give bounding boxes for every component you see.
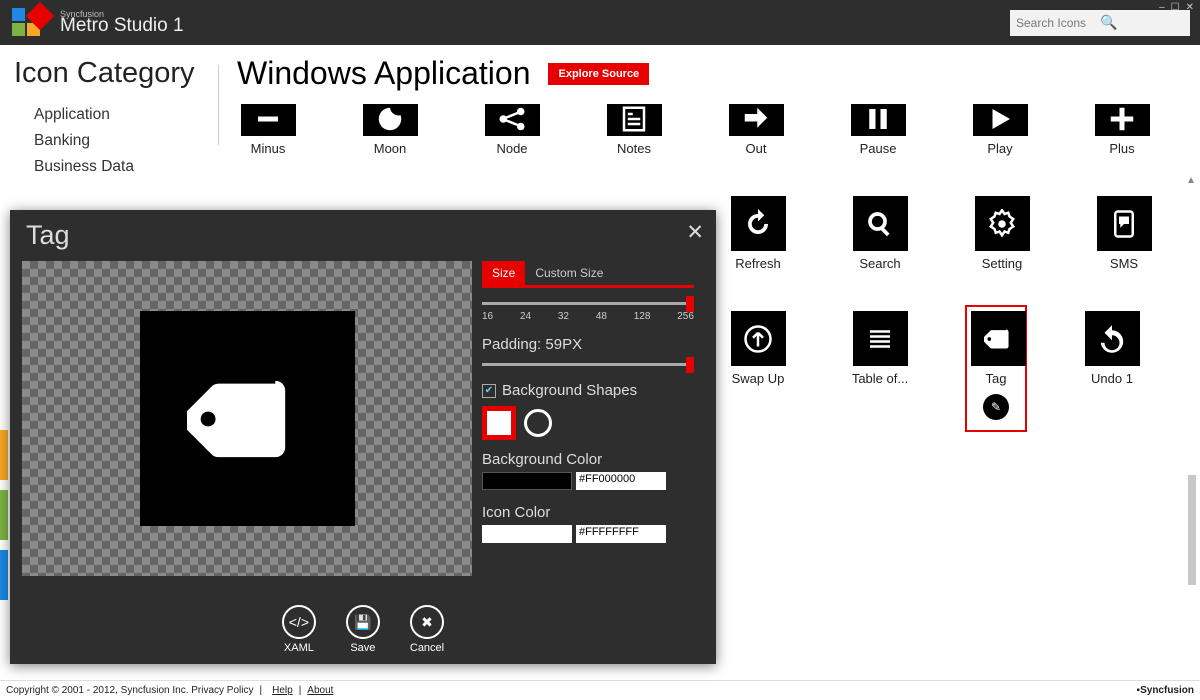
maximize-button[interactable]: ☐: [1171, 2, 1180, 13]
pause-icon: [863, 104, 893, 134]
icon-label: SMS: [1093, 256, 1155, 271]
icon-item-swapup[interactable]: Swap Up: [727, 311, 789, 386]
icon-item-table[interactable]: Table of...: [849, 311, 911, 386]
icon-label: Table of...: [849, 371, 911, 386]
tag-icon: [187, 359, 307, 479]
icon-label: Plus: [1091, 141, 1153, 156]
dialog-close-button[interactable]: ✕: [686, 220, 704, 245]
icon-item-pause[interactable]: Pause: [847, 104, 909, 156]
caret-up-icon[interactable]: ▲: [1186, 175, 1196, 186]
bg-shapes-checkbox[interactable]: ✔ Background Shapes: [482, 382, 694, 399]
refresh-icon: [743, 209, 773, 239]
undo-icon: [1097, 324, 1127, 354]
icon-label: Pause: [847, 141, 909, 156]
sms-icon: [1109, 209, 1139, 239]
icon-label: Undo 1: [1081, 371, 1143, 386]
dialog-title: Tag: [10, 210, 716, 261]
swapup-icon: [743, 324, 773, 354]
icon-item-node[interactable]: Node: [481, 104, 543, 156]
icon-item-minus[interactable]: Minus: [237, 104, 299, 156]
search-placeholder: Search Icons: [1016, 16, 1100, 30]
tab-custom-size[interactable]: Custom Size: [525, 261, 613, 285]
sidebar-item-businessdata[interactable]: Business Data: [34, 154, 204, 180]
sidebar-item-banking[interactable]: Banking: [34, 128, 204, 154]
padding-slider[interactable]: [482, 363, 694, 366]
shape-circle-outline[interactable]: [524, 409, 552, 437]
icon-label: Moon: [359, 141, 421, 156]
help-link[interactable]: Help: [272, 685, 293, 696]
minimize-button[interactable]: –: [1159, 2, 1165, 13]
icon-label: Notes: [603, 141, 665, 156]
icon-item-sms[interactable]: SMS: [1093, 196, 1155, 271]
xaml-button[interactable]: </>XAML: [282, 605, 316, 654]
sidebar-title: Icon Category: [14, 57, 204, 90]
table-icon: [865, 324, 895, 354]
icon-edit-dialog: Tag ✕ Size Custom Size 16 24 32 48 128 2…: [10, 210, 716, 664]
plus-icon: [1107, 104, 1137, 134]
icon-label: Node: [481, 141, 543, 156]
icon-label: Swap Up: [727, 371, 789, 386]
moon-icon: [375, 104, 405, 134]
bg-color-input[interactable]: #FF000000: [576, 472, 666, 490]
icon-item-refresh[interactable]: Refresh: [727, 196, 789, 271]
icon-item-undo[interactable]: Undo 1: [1081, 311, 1143, 386]
bg-color-swatch[interactable]: [482, 472, 572, 490]
notes-icon: [619, 104, 649, 134]
edit-icon[interactable]: ✎: [983, 394, 1009, 420]
window-controls: – ☐ ✕: [1159, 2, 1194, 13]
tag-icon: [984, 324, 1014, 354]
icon-item-tag[interactable]: Tag ✎: [965, 305, 1027, 432]
size-tabs: Size Custom Size: [482, 261, 694, 288]
about-link[interactable]: About: [307, 685, 333, 696]
icon-label: Setting: [971, 256, 1033, 271]
logo-icon: [12, 8, 42, 38]
search-input[interactable]: Search Icons 🔍: [1010, 10, 1190, 36]
checkmark-icon: ✔: [482, 384, 496, 398]
icon-label: Search: [849, 256, 911, 271]
bg-color-label: Background Color: [482, 451, 694, 468]
icon-color-label: Icon Color: [482, 504, 694, 521]
syncfusion-logo: ▪Syncfusion: [1137, 685, 1194, 696]
search-icon: [865, 209, 895, 239]
copyright: Copyright © 2001 - 2012, Syncfusion Inc.…: [6, 685, 254, 696]
page-title: Windows Application: [237, 55, 530, 92]
explore-source-button[interactable]: Explore Source: [548, 63, 649, 85]
save-button[interactable]: 💾Save: [346, 605, 380, 654]
icon-label: Refresh: [727, 256, 789, 271]
icon-label: Tag: [971, 371, 1021, 386]
sidebar-item-application[interactable]: Application: [34, 102, 204, 128]
out-icon: [741, 104, 771, 134]
play-icon: [985, 104, 1015, 134]
scrollbar[interactable]: [1188, 475, 1196, 585]
icon-color-swatch[interactable]: [482, 525, 572, 543]
icon-item-plus[interactable]: Plus: [1091, 104, 1153, 156]
icon-item-search[interactable]: Search: [849, 196, 911, 271]
tab-size[interactable]: Size: [482, 261, 525, 285]
footer: Copyright © 2001 - 2012, Syncfusion Inc.…: [0, 680, 1200, 700]
shape-square-selected[interactable]: [482, 406, 516, 440]
icon-item-setting[interactable]: Setting: [971, 196, 1033, 271]
icon-color-input[interactable]: #FFFFFFFF: [576, 525, 666, 543]
side-markers: [0, 430, 8, 610]
icon-item-notes[interactable]: Notes: [603, 104, 665, 156]
setting-icon: [987, 209, 1017, 239]
icon-label: Out: [725, 141, 787, 156]
icon-item-play[interactable]: Play: [969, 104, 1031, 156]
size-slider[interactable]: [482, 302, 694, 305]
icon-item-out[interactable]: Out: [725, 104, 787, 156]
icon-item-moon[interactable]: Moon: [359, 104, 421, 156]
minus-icon: [253, 104, 283, 134]
close-button[interactable]: ✕: [1186, 2, 1194, 13]
icon-preview: [22, 261, 472, 576]
search-icon[interactable]: 🔍: [1100, 14, 1184, 31]
node-icon: [497, 104, 527, 134]
icon-label: Play: [969, 141, 1031, 156]
padding-label: Padding: 59PX: [482, 336, 694, 353]
icon-label: Minus: [237, 141, 299, 156]
app-header: Syncfusion Metro Studio 1 Search Icons 🔍…: [0, 0, 1200, 45]
brand: Syncfusion Metro Studio 1: [60, 9, 184, 37]
cancel-button[interactable]: ✖Cancel: [410, 605, 444, 654]
